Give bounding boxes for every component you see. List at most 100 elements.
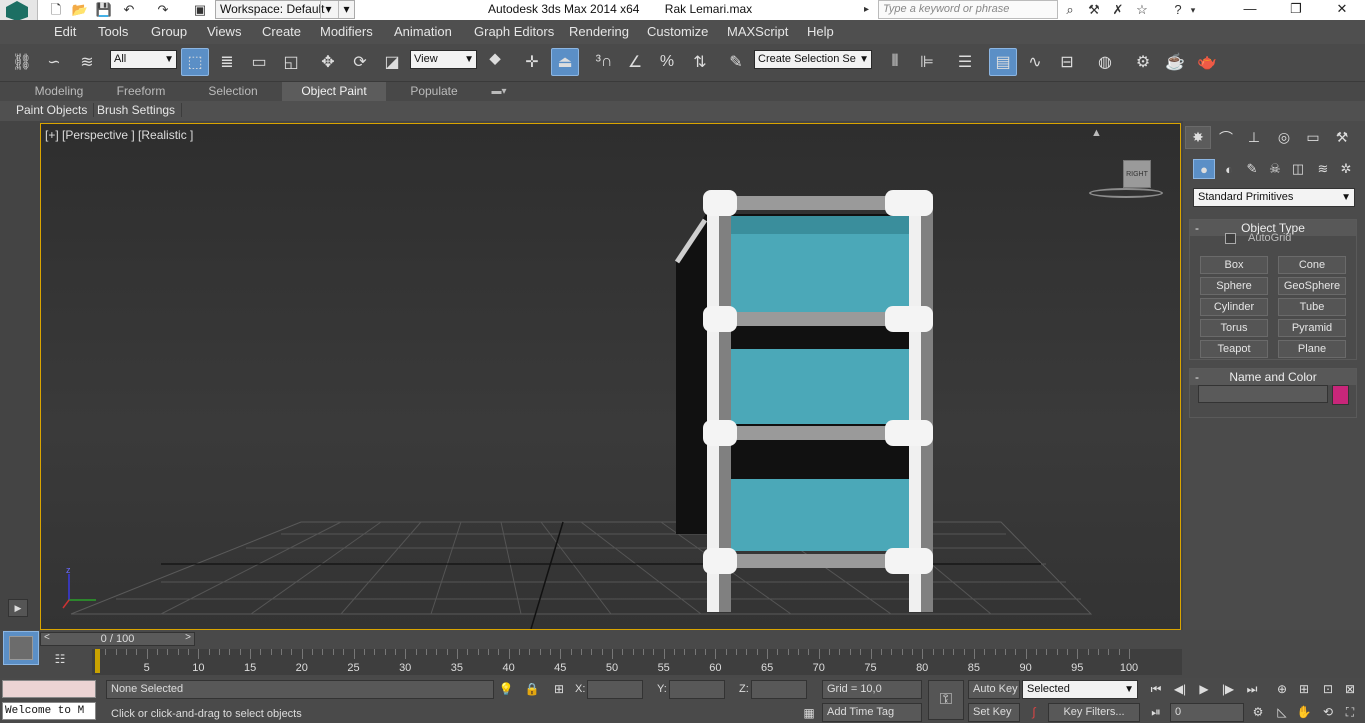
select-and-scale-icon[interactable]: ◪ <box>378 48 406 76</box>
selection-lock-icon[interactable]: 🔒 <box>522 680 542 698</box>
tab-freeform[interactable]: Freeform <box>104 82 178 101</box>
modify-tab-icon[interactable]: ⌒ <box>1213 126 1239 149</box>
project-folder-icon[interactable]: ▣ <box>190 1 210 18</box>
go-to-start-icon[interactable]: ⏮ <box>1146 680 1166 698</box>
maximize-viewport-icon[interactable]: ⛶ <box>1340 703 1360 721</box>
play-animation-icon[interactable]: ▶ <box>1194 680 1214 698</box>
tube-button[interactable]: Tube <box>1278 298 1346 316</box>
name-and-color-header[interactable]: - Name and Color <box>1190 369 1356 385</box>
auto-key-button[interactable]: Auto Key <box>968 680 1020 699</box>
next-frame-icon[interactable]: |▶ <box>1218 680 1238 698</box>
paint-objects-panel[interactable]: Paint Objects <box>16 103 95 117</box>
select-and-manipulate-icon[interactable]: ✛ <box>518 48 546 76</box>
track-bar[interactable]: 5 10 15 20 25 30 35 40 45 50 55 60 65 70 75 80 85 90 95 100 <box>92 649 1182 675</box>
current-frame-input[interactable]: 0 <box>1170 703 1244 722</box>
select-and-rotate-icon[interactable]: ⟳ <box>346 48 374 76</box>
link-icon[interactable]: ⛓ <box>8 48 36 76</box>
key-mode-dropdown[interactable]: Selected ▼ <box>1022 680 1138 699</box>
zoom-extents-all-icon[interactable]: ⊠ <box>1340 680 1360 698</box>
mini-curve-editor-toggle[interactable] <box>3 631 39 665</box>
next-frame-button[interactable]: > <box>185 632 191 643</box>
save-file-icon[interactable]: 💾 <box>94 1 114 18</box>
plane-button[interactable]: Plane <box>1278 340 1346 358</box>
key-filters-button[interactable]: Key Filters... <box>1048 703 1140 722</box>
ribbon-options-icon[interactable]: ▬▾ <box>484 82 514 101</box>
tab-modeling[interactable]: Modeling <box>22 82 96 101</box>
menu-maxscript[interactable]: MAXScript <box>727 24 788 39</box>
absolute-transform-icon[interactable]: ⊞ <box>549 680 569 698</box>
layer-explorer-icon[interactable]: ☰ <box>951 48 979 76</box>
expand-panel-icon[interactable]: ▶ <box>8 599 28 617</box>
hierarchy-tab-icon[interactable]: ⊥ <box>1241 126 1267 149</box>
select-and-move-icon[interactable]: ✥ <box>314 48 342 76</box>
default-in-out-tangents-icon[interactable]: ∫ <box>1024 703 1044 721</box>
zoom-all-icon[interactable]: ⊞ <box>1294 680 1314 698</box>
lights-icon[interactable]: ✎ <box>1241 159 1263 179</box>
tab-object-paint[interactable]: Object Paint <box>282 82 386 101</box>
chevron-down-icon[interactable]: ▾ <box>1188 1 1198 19</box>
undo-icon[interactable]: ↶ <box>119 1 139 18</box>
menu-edit[interactable]: Edit <box>54 24 76 39</box>
quick-access-menu-icon[interactable]: ▾ <box>338 1 354 18</box>
create-tab-icon[interactable]: ✸ <box>1185 126 1211 149</box>
reference-coordinate-dropdown[interactable]: View ▼ <box>410 50 477 69</box>
select-by-name-icon[interactable]: ≣ <box>213 48 241 76</box>
pyramid-button[interactable]: Pyramid <box>1278 319 1346 337</box>
render-production-icon[interactable]: 🫖 <box>1193 48 1221 76</box>
pivot-center-icon[interactable]: ⯁ <box>481 48 509 76</box>
zoom-extents-icon[interactable]: ⊡ <box>1318 680 1338 698</box>
menu-animation[interactable]: Animation <box>394 24 452 39</box>
brush-settings-panel[interactable]: Brush Settings <box>97 103 183 117</box>
go-to-end-icon[interactable]: ⏭ <box>1242 680 1262 698</box>
motion-tab-icon[interactable]: ◎ <box>1271 126 1297 149</box>
time-slider[interactable]: < 0 / 100 > <box>40 632 195 646</box>
snaps-toggle-icon[interactable]: ³∩ <box>590 48 618 76</box>
new-file-icon[interactable]: 🗋 <box>46 1 66 18</box>
menu-customize[interactable]: Customize <box>647 24 708 39</box>
schematic-view-icon[interactable]: ⊟ <box>1053 48 1081 76</box>
z-coordinate-input[interactable] <box>751 680 807 699</box>
tab-populate[interactable]: Populate <box>396 82 472 101</box>
render-setup-icon[interactable]: ⚙ <box>1129 48 1157 76</box>
display-tab-icon[interactable]: ▭ <box>1300 126 1326 149</box>
maxscript-welcome[interactable]: Welcome to M <box>2 702 96 720</box>
add-time-tag-button[interactable]: Add Time Tag <box>822 703 922 722</box>
curve-editor-icon[interactable]: ∿ <box>1021 48 1049 76</box>
perspective-viewport[interactable]: [+] [Perspective ] [Realistic ] ▲ RIGHT <box>40 123 1181 630</box>
percent-snap-icon[interactable]: % <box>653 48 681 76</box>
redo-icon[interactable]: ↷ <box>153 1 173 18</box>
menu-modifiers[interactable]: Modifiers <box>320 24 373 39</box>
close-button[interactable]: ✕ <box>1319 0 1365 20</box>
binoculars-icon[interactable]: ⌕ <box>1060 1 1080 19</box>
utilities-tab-icon[interactable]: ⚒ <box>1329 126 1355 149</box>
geosphere-button[interactable]: GeoSphere <box>1278 277 1346 295</box>
cone-button[interactable]: Cone <box>1278 256 1346 274</box>
search-input[interactable]: Type a keyword or phrase <box>878 0 1058 19</box>
maxscript-listener[interactable] <box>2 680 96 698</box>
shapes-icon[interactable]: ◐ <box>1218 159 1240 179</box>
field-of-view-icon[interactable]: ◺ <box>1272 703 1292 721</box>
object-name-input[interactable] <box>1198 385 1328 403</box>
menu-group[interactable]: Group <box>151 24 187 39</box>
object-color-swatch[interactable] <box>1332 385 1349 405</box>
tab-selection[interactable]: Selection <box>193 82 273 101</box>
material-editor-icon[interactable]: ◍ <box>1091 48 1119 76</box>
spinner-snap-icon[interactable]: ⇅ <box>686 48 714 76</box>
previous-frame-icon[interactable]: ◀| <box>1170 680 1190 698</box>
edit-named-selection-icon[interactable]: ✎ <box>722 48 750 76</box>
time-configuration-icon[interactable]: ⚙ <box>1248 703 1268 721</box>
zoom-icon[interactable]: ⊕ <box>1272 680 1292 698</box>
angle-snap-icon[interactable]: ∠ <box>621 48 649 76</box>
pan-view-icon[interactable]: ✋ <box>1294 703 1314 721</box>
unlink-icon[interactable]: ∽ <box>40 48 68 76</box>
keyboard-shortcut-override-icon[interactable]: ⏏ <box>551 48 579 76</box>
select-object-icon[interactable]: ⬚ <box>181 48 209 76</box>
favorites-star-icon[interactable]: ☆ <box>1132 1 1152 19</box>
communication-center-icon[interactable]: ✗ <box>1108 1 1128 19</box>
teapot-button[interactable]: Teapot <box>1200 340 1268 358</box>
cameras-icon[interactable]: ☠ <box>1264 159 1286 179</box>
toggle-ribbon-icon[interactable]: ▤ <box>989 48 1017 76</box>
sphere-button[interactable]: Sphere <box>1200 277 1268 295</box>
restore-button[interactable]: ❐ <box>1273 0 1319 20</box>
open-file-icon[interactable]: 📂 <box>70 1 90 18</box>
